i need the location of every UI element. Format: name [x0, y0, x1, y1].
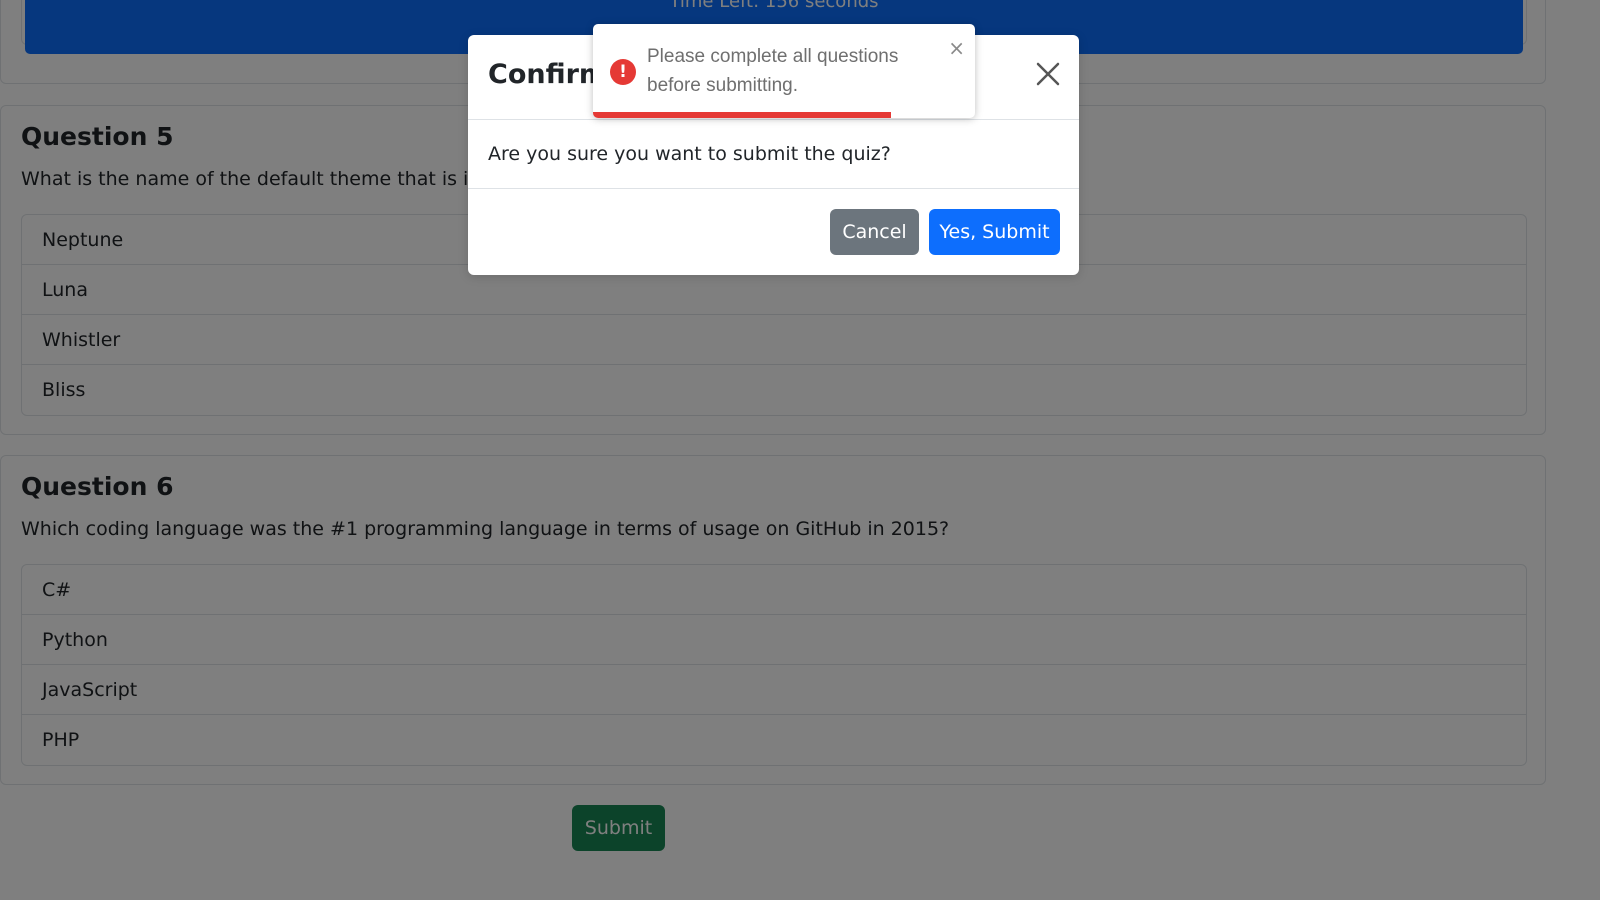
confirm-submit-button[interactable]: Yes, Submit [929, 209, 1060, 255]
toast-progress-bar [593, 112, 891, 118]
toast-close-icon[interactable]: × [948, 38, 965, 58]
toast-message: Please complete all questions before sub… [647, 46, 899, 96]
modal-body-text: Are you sure you want to submit the quiz… [488, 143, 891, 165]
error-icon: ! [610, 59, 636, 85]
cancel-button[interactable]: Cancel [830, 209, 919, 255]
error-toast: ! Please complete all questions before s… [593, 24, 975, 118]
close-icon[interactable] [1035, 61, 1061, 87]
modal-footer: Cancel Yes, Submit [468, 188, 1079, 276]
